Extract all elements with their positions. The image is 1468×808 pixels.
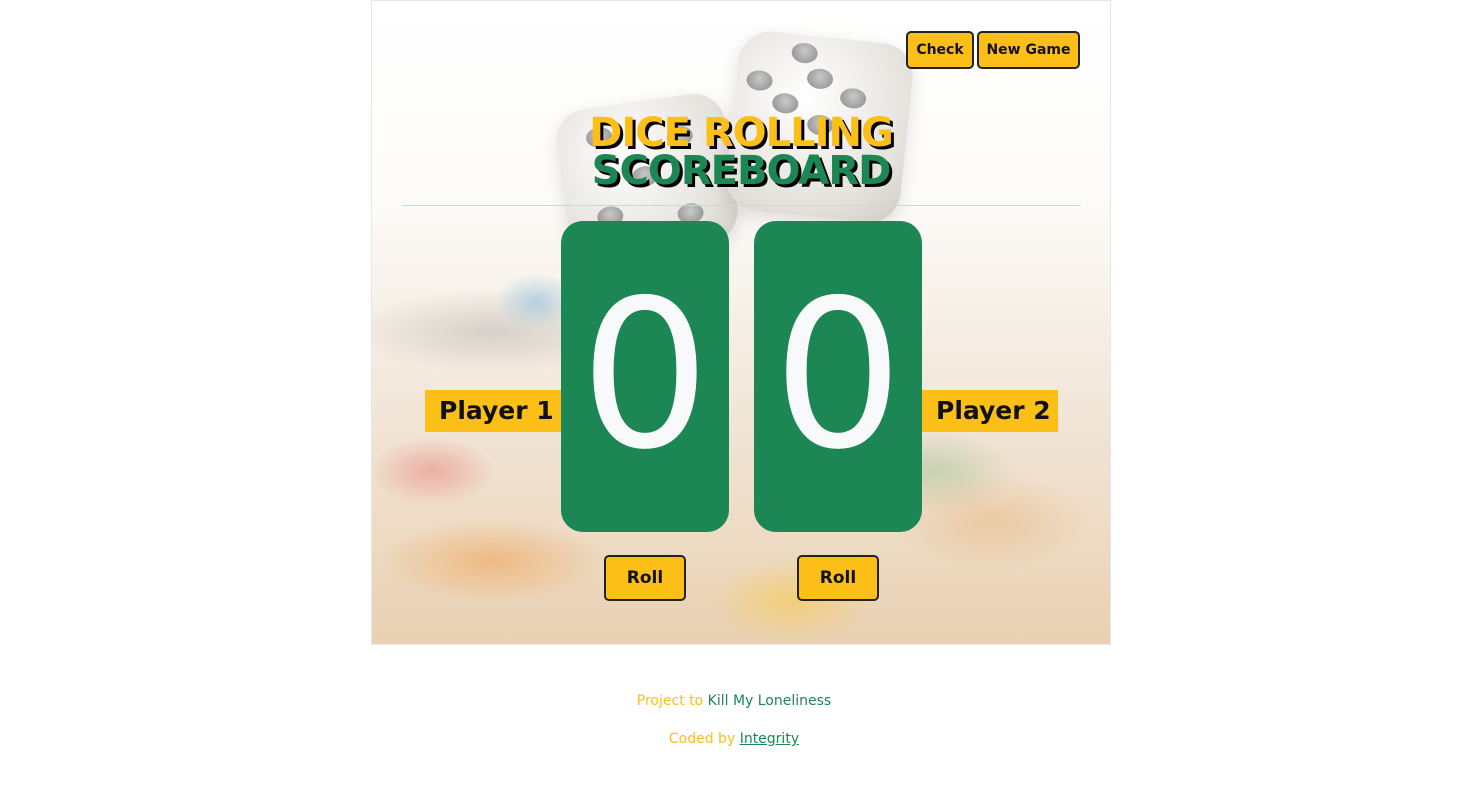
player-1-score: 0	[561, 221, 729, 532]
page-title-line-2: SCOREBOARD	[591, 148, 892, 194]
title-divider	[402, 205, 1081, 206]
page-title-line-1: DICE ROLLING	[589, 110, 894, 156]
player-1-label: Player 1	[425, 390, 561, 432]
footer-project-line: Project to Kill My Loneliness	[0, 693, 1468, 709]
player-2-roll-button[interactable]: Roll	[797, 555, 879, 601]
player-2-label: Player 2	[922, 390, 1058, 432]
scoreboard-panel: Check New Game DICE ROLLING SCOREBOARD P…	[371, 0, 1111, 645]
check-button[interactable]: Check	[906, 31, 974, 69]
player-1-roll-button[interactable]: Roll	[604, 555, 686, 601]
toolbar: Check New Game	[906, 31, 1080, 69]
footer-coded-prefix: Coded by	[668, 731, 736, 747]
new-game-button[interactable]: New Game	[977, 31, 1080, 69]
footer-project-name: Kill My Loneliness	[707, 693, 832, 709]
author-link[interactable]: Integrity	[740, 731, 799, 747]
player-2-score: 0	[754, 221, 922, 532]
footer-credit-line: Coded by Integrity	[0, 731, 1468, 747]
footer-project-prefix: Project to	[636, 693, 704, 709]
